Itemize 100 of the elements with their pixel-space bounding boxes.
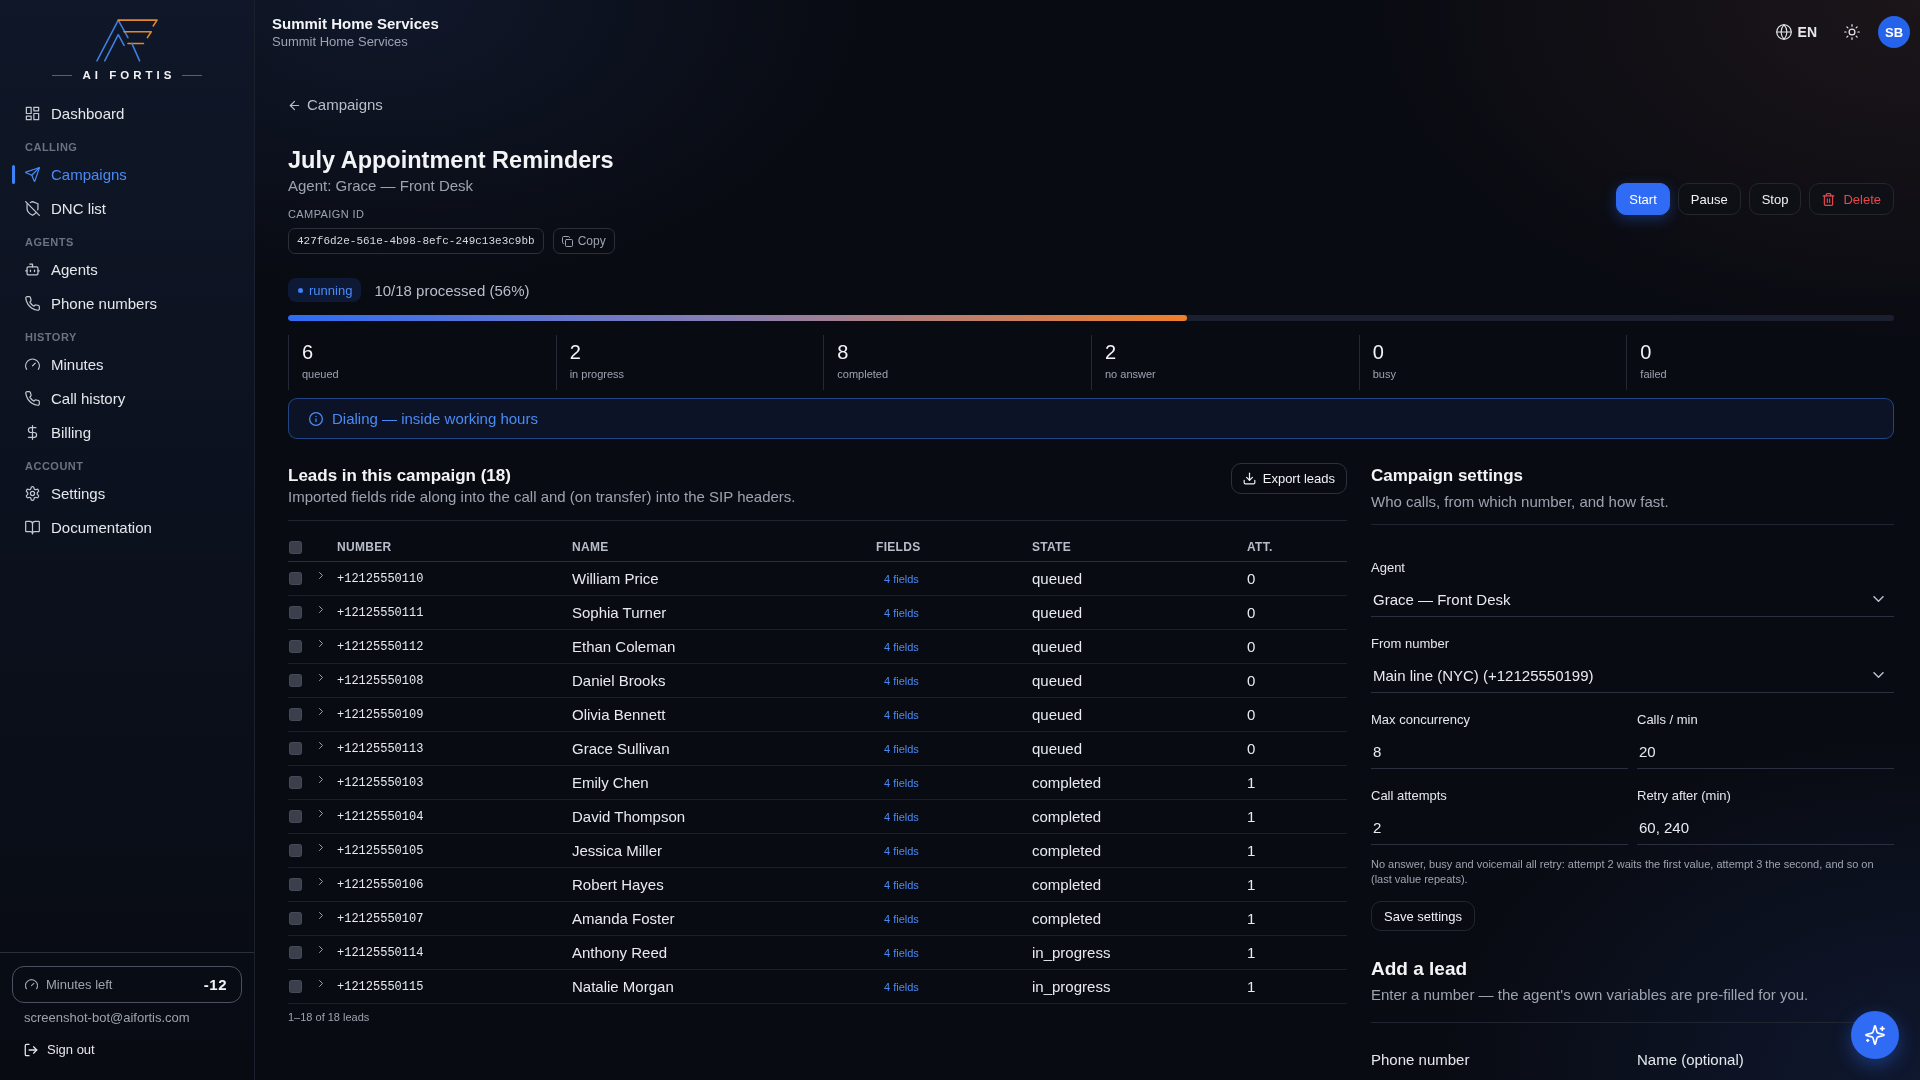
status-dot-icon bbox=[298, 287, 303, 293]
stat-label: completed bbox=[837, 367, 890, 381]
chevron-right-icon[interactable] bbox=[319, 980, 323, 987]
chevron-right-icon[interactable] bbox=[319, 878, 323, 885]
agent-line: Agent: Grace — Front Desk bbox=[288, 176, 475, 196]
back-link[interactable]: Campaigns bbox=[288, 95, 383, 115]
fields-link[interactable]: 4 fields bbox=[884, 980, 919, 993]
nav-section-heading: ACCOUNT bbox=[25, 459, 85, 473]
campaign-id-label: CAMPAIGN ID bbox=[288, 207, 366, 221]
fields-link[interactable]: 4 fields bbox=[884, 946, 919, 959]
chevron-down-icon bbox=[1873, 672, 1884, 678]
campaign-id-value: 427f6d2e-561e-4b98-8efc-249c13e3c9bb bbox=[288, 228, 544, 254]
field-label: Max concurrency bbox=[1371, 712, 1471, 728]
row-checkbox[interactable] bbox=[289, 946, 302, 959]
chevron-right-icon[interactable] bbox=[319, 674, 323, 681]
row-checkbox[interactable] bbox=[289, 674, 302, 687]
lead-name-cell-text: Ethan Coleman bbox=[572, 638, 677, 655]
chevron-right-icon[interactable] bbox=[319, 946, 323, 953]
row-checkbox[interactable] bbox=[289, 980, 302, 993]
nav-item[interactable]: Phone numbers bbox=[12, 286, 242, 320]
sign-out-link[interactable]: Sign out bbox=[24, 1040, 95, 1060]
chevron-right-icon[interactable] bbox=[319, 572, 323, 579]
lead-name-cell-text: Grace Sullivan bbox=[572, 740, 671, 757]
input-field[interactable]: 8 bbox=[1371, 734, 1628, 769]
user-avatar[interactable]: SB bbox=[1878, 16, 1910, 48]
input-field[interactable]: 60, 240 bbox=[1637, 810, 1894, 845]
fields-link[interactable]: 4 fields bbox=[884, 572, 919, 585]
column-header: NAME bbox=[572, 539, 610, 555]
row-checkbox[interactable] bbox=[289, 708, 302, 721]
nav-section-heading: CALLING bbox=[25, 140, 79, 154]
nav-item[interactable]: Billing bbox=[12, 415, 242, 449]
copy-button[interactable]: Copy bbox=[552, 228, 615, 254]
fields-link[interactable]: 4 fields bbox=[884, 844, 919, 857]
fields-link[interactable]: 4 fields bbox=[884, 674, 919, 687]
fields-link[interactable]: 4 fields bbox=[884, 810, 919, 823]
stat-label: queued bbox=[302, 367, 340, 381]
phone-number-cell-text: +12125550109 bbox=[337, 707, 425, 722]
row-checkbox[interactable] bbox=[289, 572, 302, 585]
pause-button[interactable]: Pause bbox=[1677, 183, 1741, 215]
fields-link[interactable]: 4 fields bbox=[884, 708, 919, 721]
stop-button[interactable]: Stop bbox=[1748, 183, 1802, 215]
row-checkbox[interactable] bbox=[289, 912, 302, 925]
chevron-right-icon[interactable] bbox=[319, 776, 323, 783]
chevron-right-icon[interactable] bbox=[319, 912, 323, 919]
attempts-cell-text: 0 bbox=[1247, 672, 1257, 689]
sun-icon[interactable] bbox=[1844, 24, 1860, 40]
section-subtitle: Who calls, from which number, and how fast. bbox=[1371, 493, 1670, 511]
paper-plane-icon bbox=[25, 166, 40, 182]
row-checkbox[interactable] bbox=[289, 878, 302, 891]
row-checkbox[interactable] bbox=[289, 844, 302, 857]
help-text: No answer, busy and voicemail all retry: attempt 2 waits the first value, attempt 3 the second, and so on (last value repeats). bbox=[1371, 857, 1875, 887]
select-field[interactable]: Main line (NYC) (+12125550199) bbox=[1371, 658, 1894, 693]
select-all-checkbox[interactable] bbox=[289, 541, 302, 554]
chevron-right-icon[interactable] bbox=[319, 708, 323, 715]
nav-item[interactable]: Settings bbox=[12, 476, 242, 510]
nav-item[interactable]: Call history bbox=[12, 381, 242, 415]
chevron-right-icon[interactable] bbox=[319, 844, 323, 851]
select-field[interactable]: Grace — Front Desk bbox=[1371, 582, 1894, 617]
save-settings-button[interactable]: Save settings bbox=[1371, 901, 1476, 931]
row-checkbox[interactable] bbox=[289, 606, 302, 619]
row-checkbox[interactable] bbox=[289, 810, 302, 823]
chevron-right-icon[interactable] bbox=[319, 640, 323, 647]
column-header: FIELDS bbox=[876, 539, 922, 555]
nav-item[interactable]: DNC list bbox=[12, 191, 242, 225]
input-field[interactable]: 2 bbox=[1371, 810, 1628, 845]
export-button[interactable]: Export leads bbox=[1230, 463, 1347, 494]
fields-link[interactable]: 4 fields bbox=[884, 776, 919, 789]
shield-slash-icon bbox=[25, 200, 40, 216]
nav-item[interactable]: Campaigns bbox=[12, 157, 242, 191]
lead-name-cell-text: William Price bbox=[572, 570, 660, 587]
field-label: Agent bbox=[1371, 560, 1406, 576]
attempts-cell-text: 1 bbox=[1247, 876, 1257, 893]
row-checkbox[interactable] bbox=[289, 776, 302, 789]
lead-name-cell-text: Anthony Reed bbox=[572, 944, 669, 961]
fields-link[interactable]: 4 fields bbox=[884, 878, 919, 891]
fields-link[interactable]: 4 fields bbox=[884, 912, 919, 925]
stat-label: failed bbox=[1640, 367, 1668, 381]
phone-number-cell-text: +12125550103 bbox=[337, 775, 425, 790]
row-checkbox[interactable] bbox=[289, 742, 302, 755]
delete-button[interactable]: Delete bbox=[1809, 183, 1894, 215]
banner-text: Dialing — inside working hours bbox=[332, 410, 538, 427]
start-button[interactable]: Start bbox=[1616, 183, 1670, 215]
chevron-right-icon[interactable] bbox=[319, 742, 323, 749]
chevron-right-icon[interactable] bbox=[319, 810, 323, 817]
nav-item[interactable]: Minutes bbox=[12, 347, 242, 381]
gauge-icon bbox=[25, 978, 38, 991]
nav-item[interactable]: Agents bbox=[12, 252, 242, 286]
fields-link[interactable]: 4 fields bbox=[884, 606, 919, 619]
row-checkbox[interactable] bbox=[289, 640, 302, 653]
exit-icon bbox=[24, 1043, 38, 1057]
nav-item[interactable]: Documentation bbox=[12, 510, 242, 544]
language-button[interactable]: EN bbox=[1775, 24, 1817, 40]
globe-icon bbox=[1775, 24, 1792, 40]
input-field[interactable]: 20 bbox=[1637, 734, 1894, 769]
fields-link[interactable]: 4 fields bbox=[884, 640, 919, 653]
fields-link[interactable]: 4 fields bbox=[884, 742, 919, 755]
minutes-value: -12 bbox=[203, 976, 227, 993]
chevron-right-icon[interactable] bbox=[319, 606, 323, 613]
nav-item[interactable]: Dashboard bbox=[12, 96, 242, 130]
assistant-button[interactable] bbox=[1851, 1011, 1899, 1059]
